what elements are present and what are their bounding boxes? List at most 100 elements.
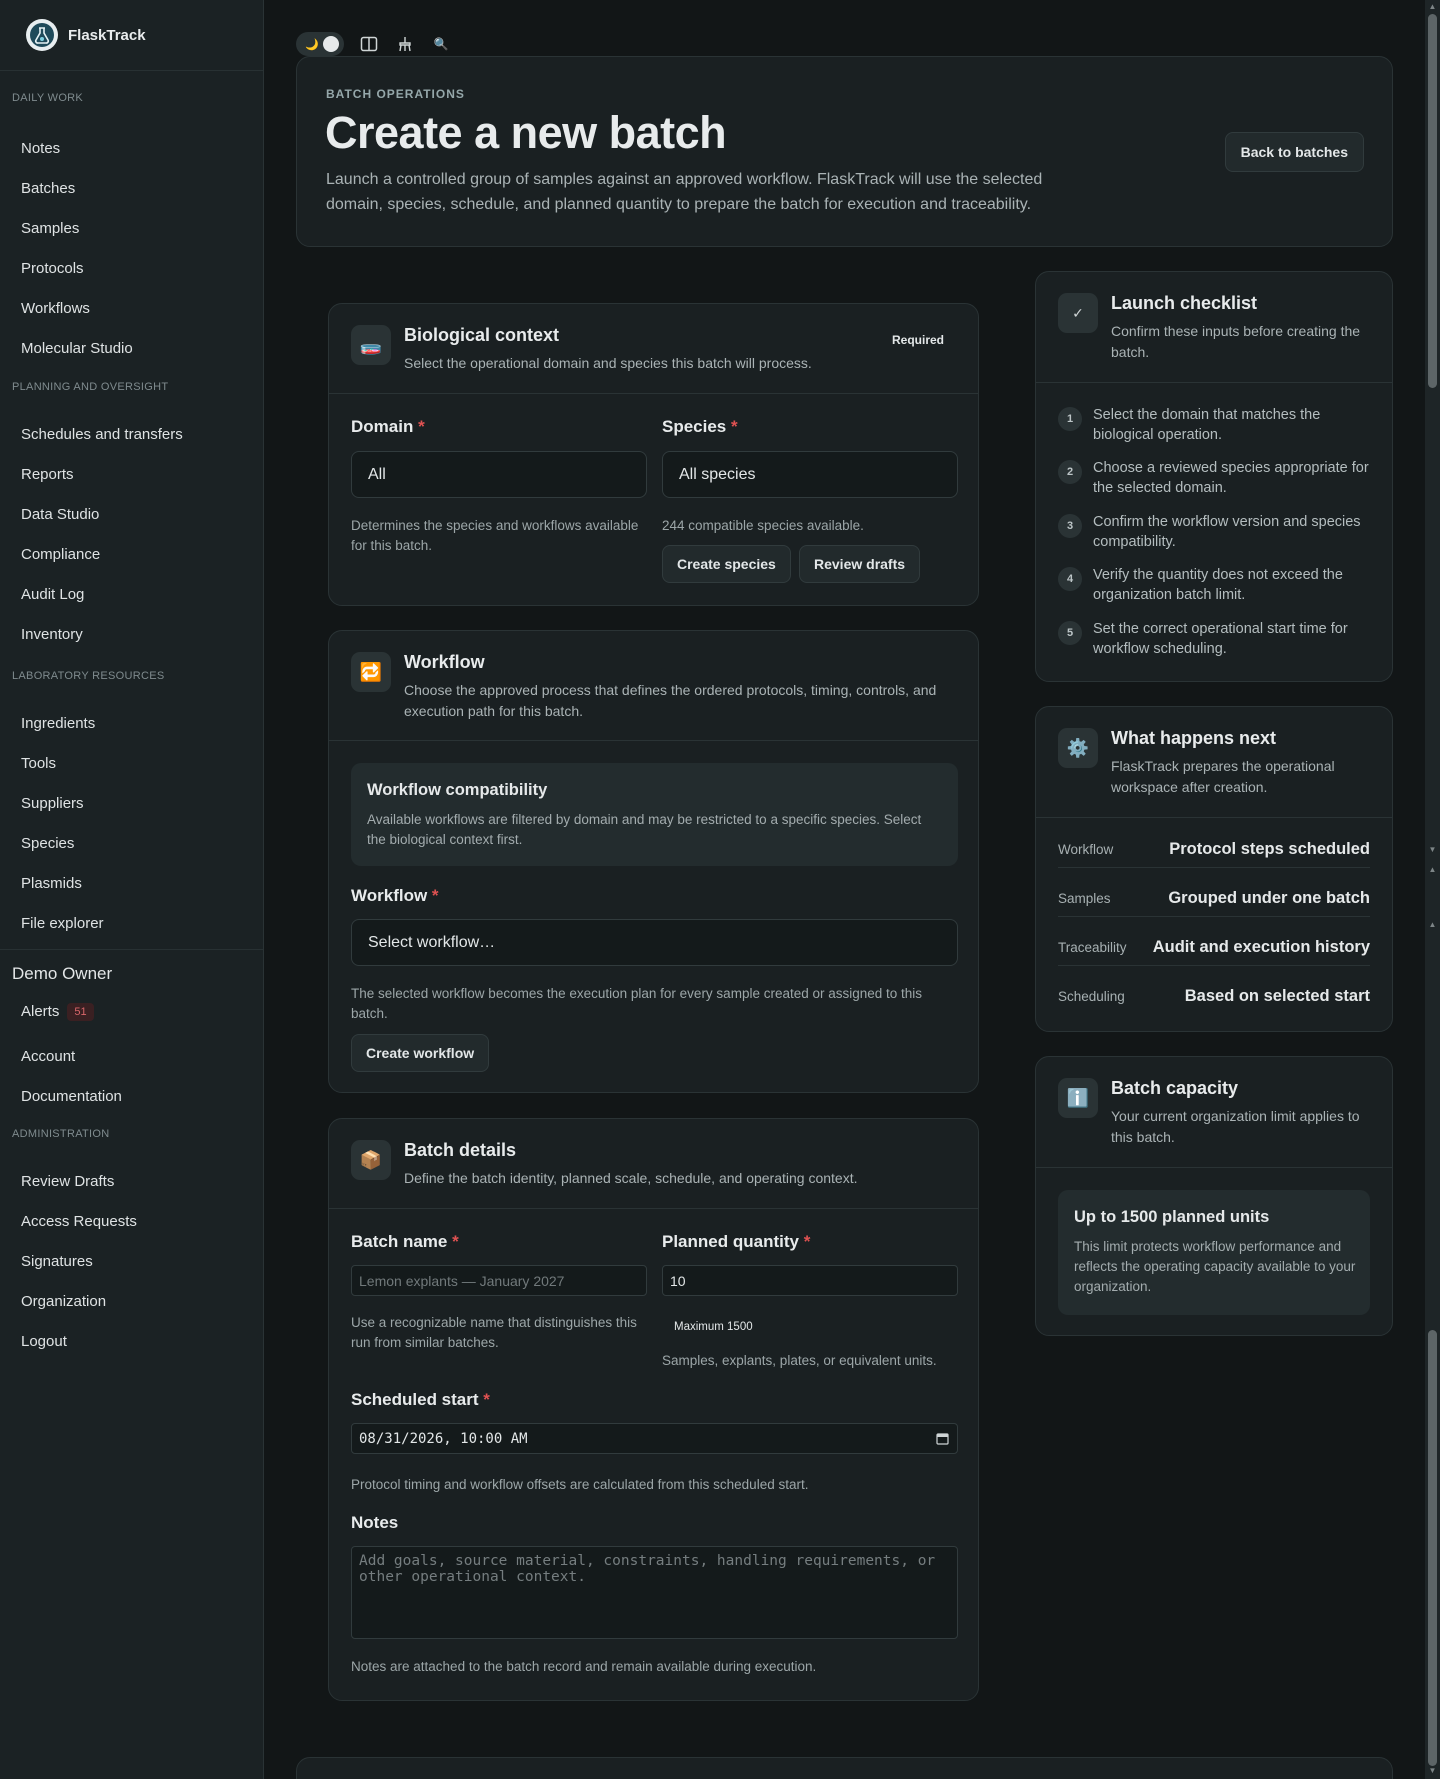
sidebar-item-organization[interactable]: Organization xyxy=(0,1282,263,1322)
brand[interactable]: FlaskTrack xyxy=(0,0,263,71)
package-icon: 📦 xyxy=(351,1140,391,1180)
next-row-key: Samples xyxy=(1058,891,1111,906)
sidebar-item-data-studio[interactable]: Data Studio xyxy=(0,495,263,535)
next-row-value: Protocol steps scheduled xyxy=(1169,840,1370,858)
notes-textarea[interactable]: Add goals, source material, constraints,… xyxy=(351,1546,958,1639)
step-number: 1 xyxy=(1058,407,1082,431)
sidebar-item-review-drafts[interactable]: Review Drafts xyxy=(0,1162,263,1202)
page-title: Create a new batch xyxy=(325,107,727,158)
required-asterisk: * xyxy=(803,1232,811,1251)
next-row-key: Workflow xyxy=(1058,842,1114,857)
sidebar-item-audit-log[interactable]: Audit Log xyxy=(0,575,263,615)
batch-name-label-text: Batch name xyxy=(351,1232,448,1251)
species-select[interactable]: All species xyxy=(662,451,958,498)
workflow-select[interactable]: Select workflow… xyxy=(351,919,958,966)
sidebar-item-access-requests[interactable]: Access Requests xyxy=(0,1202,263,1242)
sidebar-item-account[interactable]: Account xyxy=(0,1037,263,1077)
domain-label: Domain * xyxy=(351,417,425,437)
required-asterisk: * xyxy=(483,1390,490,1409)
create-species-button[interactable]: Create species xyxy=(662,545,791,583)
sidebar-item-notes[interactable]: Notes xyxy=(0,129,263,169)
bio-section-title: Biological context xyxy=(404,325,560,345)
step-number: 4 xyxy=(1058,567,1082,591)
checklist-divider xyxy=(1036,382,1392,383)
checklist-text: Verify the quantity does not exceed the … xyxy=(1093,567,1343,603)
sidebar-item-tools[interactable]: Tools xyxy=(0,744,263,784)
sidebar-item-file-explorer[interactable]: File explorer xyxy=(0,904,263,944)
sidebar-item-documentation[interactable]: Documentation xyxy=(0,1077,263,1117)
capacity-limit-text: This limit protects workflow performance… xyxy=(1074,1239,1356,1294)
sidebar-item-inventory[interactable]: Inventory xyxy=(0,615,263,655)
scrollbar-thumb[interactable] xyxy=(1428,1330,1437,1766)
sidebar-item-workflows[interactable]: Workflows xyxy=(0,289,263,329)
sidebar-item-species[interactable]: Species xyxy=(0,824,263,864)
step-number: 2 xyxy=(1058,460,1082,484)
checklist-text: Select the domain that matches the biolo… xyxy=(1093,407,1321,443)
sidebar-item-protocols[interactable]: Protocols xyxy=(0,249,263,289)
next-row-key: Scheduling xyxy=(1058,989,1125,1004)
sidebar-item-signatures[interactable]: Signatures xyxy=(0,1242,263,1282)
capacity-title: Batch capacity xyxy=(1111,1078,1239,1098)
sidebar-item-schedules[interactable]: Schedules and transfers xyxy=(0,415,263,455)
calendar-icon[interactable] xyxy=(936,1432,949,1449)
top-toolbar: 🌙 🔍 xyxy=(296,32,452,56)
checklist-title: Launch checklist xyxy=(1111,293,1258,313)
batch-name-input[interactable]: Lemon explants — January 2027 xyxy=(351,1265,647,1296)
biological-context-card: 🧫 Biological context Select the operatio… xyxy=(328,303,979,606)
review-drafts-button[interactable]: Review drafts xyxy=(799,545,921,583)
sidebar-divider xyxy=(0,949,263,950)
sidebar-item-logout[interactable]: Logout xyxy=(0,1322,263,1362)
theme-toggle[interactable]: 🌙 xyxy=(296,32,344,56)
scroll-up-arrow-icon[interactable]: ▲ xyxy=(1428,920,1437,930)
sidebar: FlaskTrack DAILY WORK Notes Batches Samp… xyxy=(0,0,264,1779)
sidebar-item-ingredients[interactable]: Ingredients xyxy=(0,704,263,744)
scroll-up-arrow-icon[interactable]: ▲ xyxy=(1428,2,1437,12)
nav-section-daily-work: DAILY WORK xyxy=(12,92,84,104)
species-help: 244 compatible species available. xyxy=(662,518,864,533)
sidebar-item-suppliers[interactable]: Suppliers xyxy=(0,784,263,824)
sidebar-item-batches[interactable]: Batches xyxy=(0,169,263,209)
required-asterisk: * xyxy=(731,417,738,436)
broom-icon[interactable] xyxy=(394,33,416,55)
scheduled-start-value: 08/31/2026, 10:00 AM xyxy=(359,1430,528,1447)
next-divider xyxy=(1036,817,1392,818)
panel-icon[interactable] xyxy=(358,33,380,55)
back-to-batches-button[interactable]: Back to batches xyxy=(1224,132,1364,172)
step-number: 3 xyxy=(1058,514,1082,538)
capacity-limit-title: Up to 1500 planned units xyxy=(1074,1208,1270,1226)
gear-icon: ⚙️ xyxy=(1058,728,1098,768)
scheduled-start-label: Scheduled start * xyxy=(351,1390,490,1410)
workflow-help: The selected workflow becomes the execut… xyxy=(351,986,923,1021)
petri-dish-icon: 🧫 xyxy=(351,325,391,365)
checklist-item: 1 Select the domain that matches the biol… xyxy=(1058,405,1378,445)
repeat-icon: 🔁 xyxy=(351,652,391,692)
required-badge: Required xyxy=(891,333,944,347)
scroll-down-arrow-icon[interactable]: ▼ xyxy=(1428,1766,1437,1776)
sidebar-item-alerts[interactable]: Alerts 51 xyxy=(0,992,263,1032)
create-workflow-button[interactable]: Create workflow xyxy=(351,1034,490,1072)
compat-text: Available workflows are filtered by doma… xyxy=(367,812,922,847)
sidebar-item-samples[interactable]: Samples xyxy=(0,209,263,249)
flask-logo-icon xyxy=(26,19,58,51)
next-title: What happens next xyxy=(1111,728,1277,748)
bottom-action-card xyxy=(296,1757,1393,1779)
planned-quantity-input[interactable]: 10 xyxy=(662,1265,958,1296)
sidebar-item-reports[interactable]: Reports xyxy=(0,455,263,495)
scroll-down-arrow-icon[interactable]: ▼ xyxy=(1428,845,1437,855)
domain-select[interactable]: All xyxy=(351,451,647,498)
planned-quantity-label: Planned quantity * xyxy=(662,1232,810,1252)
capacity-limit-box: Up to 1500 planned units This limit prot… xyxy=(1058,1190,1370,1315)
search-icon[interactable]: 🔍 xyxy=(430,33,452,55)
scrollbar-thumb[interactable] xyxy=(1428,14,1437,388)
sidebar-item-molecular-studio[interactable]: Molecular Studio xyxy=(0,329,263,369)
details-section-subtitle: Define the batch identity, planned scale… xyxy=(404,1170,858,1186)
checklist-subtitle: Confirm these inputs before creating the… xyxy=(1111,323,1361,360)
workflow-compatibility-box: Workflow compatibility Available workflo… xyxy=(351,763,958,866)
sidebar-item-compliance[interactable]: Compliance xyxy=(0,535,263,575)
next-row: Scheduling Based on selected start xyxy=(1058,987,1370,1006)
scroll-up-arrow-icon[interactable]: ▲ xyxy=(1428,865,1437,875)
next-row: Workflow Protocol steps scheduled xyxy=(1058,840,1370,859)
scheduled-start-input[interactable]: 08/31/2026, 10:00 AM xyxy=(351,1423,958,1454)
sidebar-item-plasmids[interactable]: Plasmids xyxy=(0,864,263,904)
bio-section-subtitle: Select the operational domain and specie… xyxy=(404,355,812,371)
